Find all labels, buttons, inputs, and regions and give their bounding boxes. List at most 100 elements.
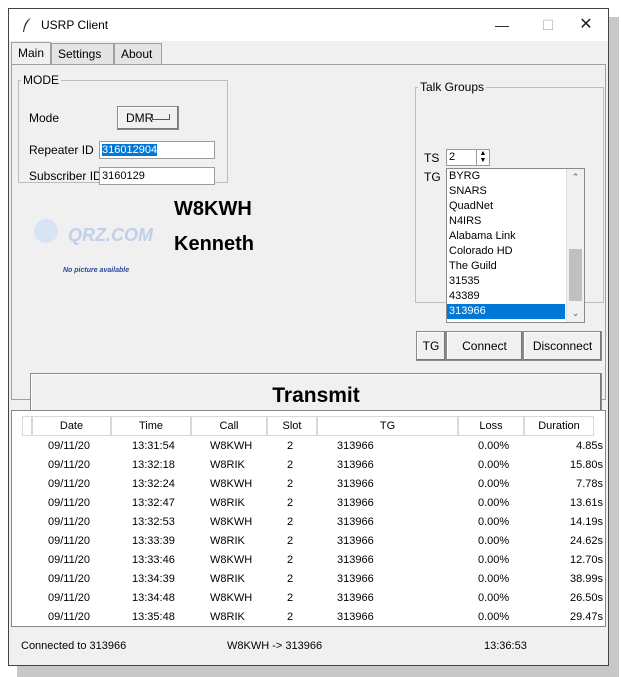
ts-spinbox[interactable]: 2 ▲ ▼ bbox=[446, 149, 490, 166]
duration-cell: 7.78s bbox=[576, 478, 603, 490]
slot-cell: 2 bbox=[287, 478, 294, 490]
time-cell: 13:34:48 bbox=[132, 592, 175, 604]
disconnect-button[interactable]: Disconnect bbox=[523, 331, 602, 361]
date-cell: 09/11/20 bbox=[48, 516, 91, 528]
table-row[interactable]: 09/11/20 13:32:53 W8KWH 2 313966 0.00% 14.19s bbox=[12, 513, 605, 532]
talk-group-list[interactable]: BYRG SNARS QuadNet N4IRS Alabama Link Co… bbox=[446, 168, 585, 323]
duration-cell: 38.99s bbox=[569, 573, 603, 585]
loss-cell: 0.00% bbox=[478, 459, 510, 471]
tab-settings[interactable]: Settings bbox=[51, 43, 114, 64]
globe-icon bbox=[34, 219, 58, 243]
list-item[interactable]: The Guild bbox=[447, 259, 565, 274]
call-cell: W8KWH bbox=[210, 592, 253, 604]
list-item[interactable]: 31535 bbox=[447, 274, 565, 289]
duration-cell: 13.61s bbox=[569, 497, 603, 509]
list-item[interactable]: 43389 bbox=[447, 289, 565, 304]
subscriber-id-input[interactable]: 3160129 bbox=[99, 167, 215, 185]
no-picture-text: No picture available bbox=[63, 267, 130, 274]
table-row[interactable]: 09/11/20 13:31:54 W8KWH 2 313966 0.00% 4.85s bbox=[12, 437, 605, 456]
scroll-thumb[interactable] bbox=[569, 249, 582, 301]
minimize-button[interactable]: — bbox=[479, 9, 525, 41]
list-item-selected[interactable]: 313966 bbox=[447, 304, 565, 319]
table-row[interactable]: 09/11/20 13:32:47 W8RIK 2 313966 0.00% 13.61s bbox=[12, 494, 605, 513]
mode-group: MODE Mode DMR Repeater ID 316012904 Subs… bbox=[18, 73, 228, 185]
ts-value: 2 bbox=[449, 151, 456, 163]
tg-cell: 313966 bbox=[337, 497, 374, 509]
column-header-date[interactable]: Date bbox=[32, 416, 111, 436]
time-cell: 13:32:53 bbox=[132, 516, 175, 528]
tg-cell: 313966 bbox=[337, 611, 374, 623]
table-row[interactable]: 09/11/20 13:32:18 W8RIK 2 313966 0.00% 15.80s bbox=[12, 456, 605, 475]
time-cell: 13:31:54 bbox=[132, 440, 175, 452]
duration-cell: 14.19s bbox=[569, 516, 603, 528]
list-item[interactable]: Colorado HD bbox=[447, 244, 565, 259]
list-scrollbar[interactable]: ⌃ ⌄ bbox=[566, 169, 584, 322]
time-cell: 13:33:39 bbox=[132, 535, 175, 547]
table-row[interactable]: 09/11/20 13:32:24 W8KWH 2 313966 0.00% 7.78s bbox=[12, 475, 605, 494]
loss-cell: 0.00% bbox=[478, 592, 510, 604]
column-header-call[interactable]: Call bbox=[191, 416, 267, 436]
repeater-id-input[interactable]: 316012904 bbox=[99, 141, 215, 159]
close-button[interactable]: ✕ bbox=[563, 9, 609, 41]
list-item[interactable]: SNARS bbox=[447, 184, 565, 199]
tg-button[interactable]: TG bbox=[416, 331, 446, 361]
table-row[interactable]: 09/11/20 13:33:46 W8KWH 2 313966 0.00% 12.70s bbox=[12, 551, 605, 570]
mode-label: Mode bbox=[29, 111, 60, 125]
window-title: USRP Client bbox=[41, 18, 109, 32]
scroll-up-icon[interactable]: ⌃ bbox=[567, 169, 584, 186]
table-row[interactable]: 09/11/20 13:34:39 W8RIK 2 313966 0.00% 38.99s bbox=[12, 570, 605, 589]
column-header-slot[interactable]: Slot bbox=[267, 416, 317, 436]
profile-picture: QRZ.COM No picture available bbox=[34, 215, 164, 285]
tg-cell: 313966 bbox=[337, 592, 374, 604]
time-cell: 13:33:46 bbox=[132, 554, 175, 566]
list-item[interactable]: N4IRS bbox=[447, 214, 565, 229]
slot-cell: 2 bbox=[287, 573, 294, 585]
list-item[interactable]: QuadNet bbox=[447, 199, 565, 214]
duration-cell: 15.80s bbox=[569, 459, 603, 471]
table-row[interactable]: 09/11/20 13:33:39 W8RIK 2 313966 0.00% 24.62s bbox=[12, 532, 605, 551]
column-header-time[interactable]: Time bbox=[111, 416, 191, 436]
column-header-loss[interactable]: Loss bbox=[458, 416, 524, 436]
date-cell: 09/11/20 bbox=[48, 459, 91, 471]
loss-cell: 0.00% bbox=[478, 497, 510, 509]
call-cell: W8KWH bbox=[210, 440, 253, 452]
spin-arrows-icon[interactable]: ▲ ▼ bbox=[476, 150, 489, 165]
column-header-duration[interactable]: Duration bbox=[524, 416, 594, 436]
loss-cell: 0.00% bbox=[478, 573, 510, 585]
loss-cell: 0.00% bbox=[478, 554, 510, 566]
list-item[interactable]: BYRG bbox=[447, 169, 565, 184]
slot-cell: 2 bbox=[287, 554, 294, 566]
call-cell: W8KWH bbox=[210, 516, 253, 528]
time-cell: 13:32:18 bbox=[132, 459, 175, 471]
slot-cell: 2 bbox=[287, 440, 294, 452]
tg-cell: 313966 bbox=[337, 516, 374, 528]
connect-button[interactable]: Connect bbox=[446, 331, 523, 361]
tg-cell: 313966 bbox=[337, 554, 374, 566]
call-cell: W8RIK bbox=[210, 535, 245, 547]
date-cell: 09/11/20 bbox=[48, 478, 91, 490]
table-row[interactable]: 09/11/20 13:34:48 W8KWH 2 313966 0.00% 26.50s bbox=[12, 589, 605, 608]
slot-cell: 2 bbox=[287, 497, 294, 509]
loss-cell: 0.00% bbox=[478, 440, 510, 452]
table-row[interactable]: 09/11/20 13:35:48 W8RIK 2 313966 0.00% 29.47s bbox=[12, 608, 605, 626]
list-item[interactable]: Alabama Link bbox=[447, 229, 565, 244]
column-header-tg[interactable]: TG bbox=[317, 416, 458, 436]
call-log-table[interactable]: Date Time Call Slot TG Loss Duration 09/… bbox=[11, 410, 606, 627]
duration-cell: 24.62s bbox=[569, 535, 603, 547]
dropdown-indicator-icon bbox=[152, 114, 170, 120]
call-cell: W8RIK bbox=[210, 497, 245, 509]
tab-main[interactable]: Main bbox=[11, 42, 51, 65]
call-cell: W8KWH bbox=[210, 478, 253, 490]
mode-dropdown[interactable]: DMR bbox=[117, 106, 179, 130]
title-bar[interactable]: USRP Client — ☐ ✕ bbox=[9, 9, 608, 41]
duration-cell: 26.50s bbox=[569, 592, 603, 604]
tab-about[interactable]: About bbox=[114, 43, 162, 64]
tg-cell: 313966 bbox=[337, 478, 374, 490]
call-cell: W8RIK bbox=[210, 573, 245, 585]
duration-cell: 4.85s bbox=[576, 440, 603, 452]
talk-groups-legend: Talk Groups bbox=[420, 80, 485, 94]
call-cell: W8RIK bbox=[210, 611, 245, 623]
ts-label: TS bbox=[424, 151, 440, 165]
duration-cell: 12.70s bbox=[569, 554, 603, 566]
scroll-down-icon[interactable]: ⌄ bbox=[567, 305, 584, 322]
